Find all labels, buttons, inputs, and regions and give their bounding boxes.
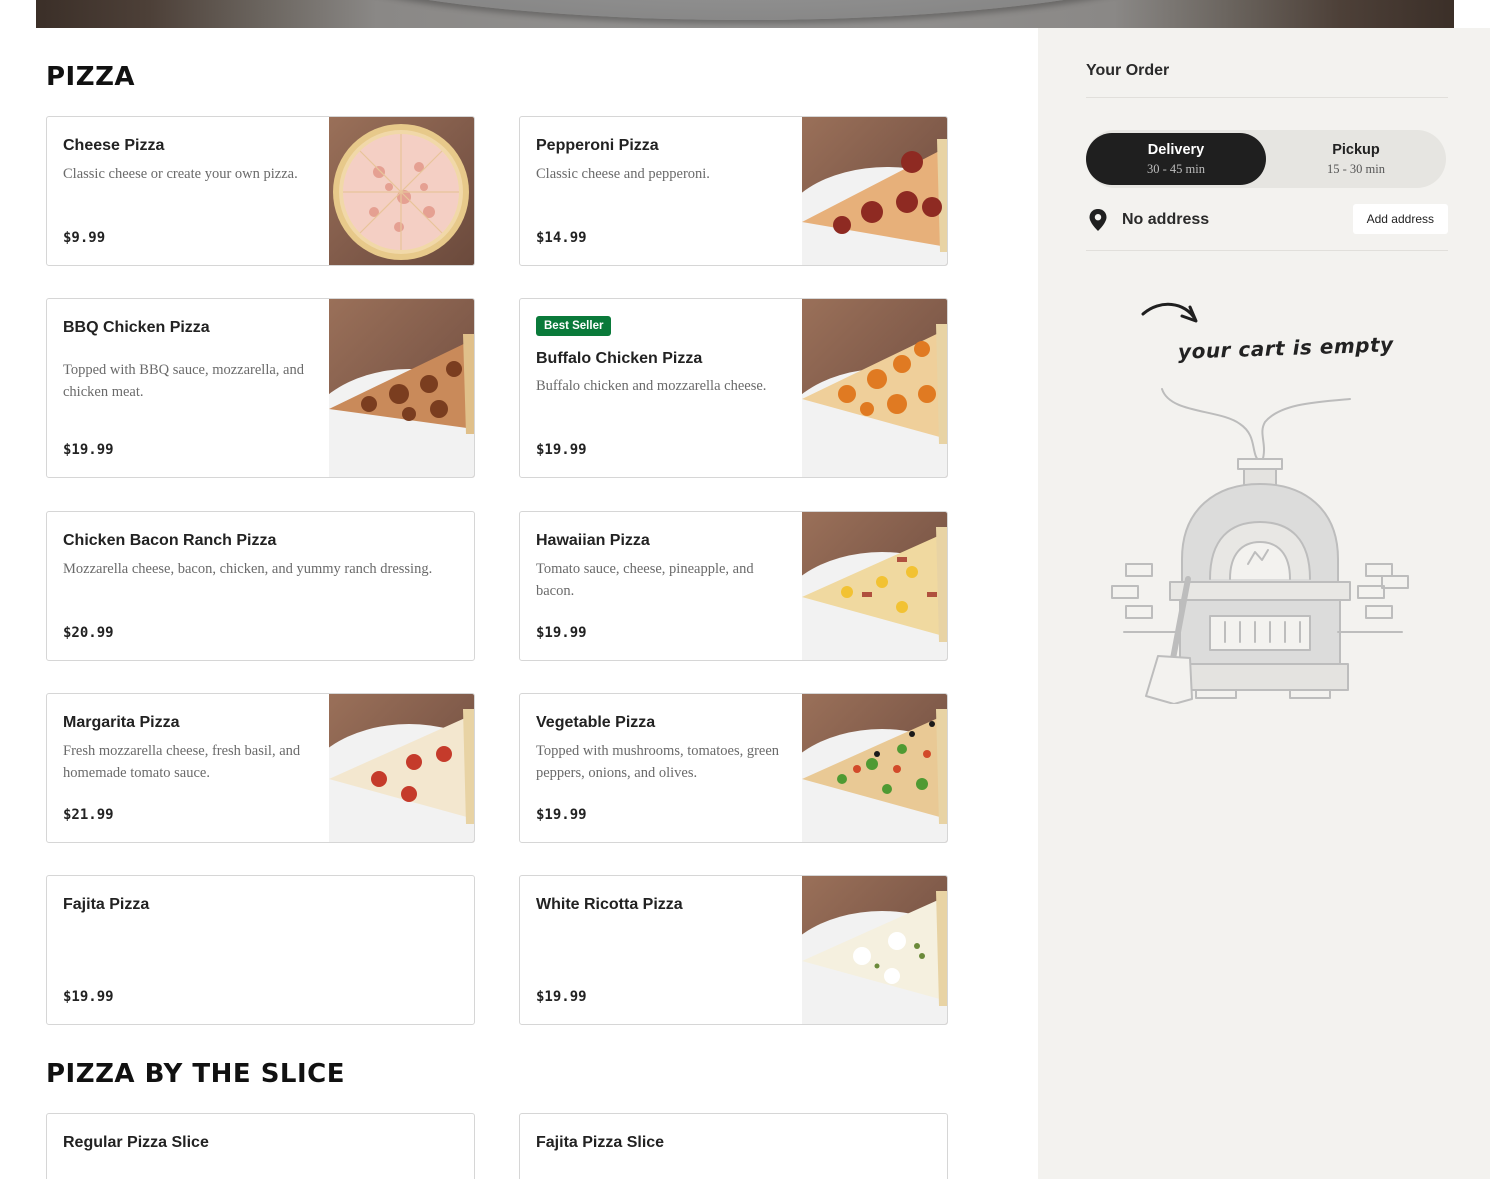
pizza-oven-illustration bbox=[1110, 294, 1430, 709]
fulfillment-toggle: Delivery 30 - 45 min Pickup 15 - 30 min bbox=[1086, 130, 1446, 188]
item-name: Cheese Pizza bbox=[63, 137, 165, 154]
section-title-pizza: PIZZA bbox=[46, 62, 136, 92]
item-name: BBQ Chicken Pizza bbox=[63, 319, 210, 336]
item-name: Hawaiian Pizza bbox=[536, 532, 650, 549]
menu-item-pepperoni-pizza[interactable]: Pepperoni Pizza Classic cheese and peppe… bbox=[519, 116, 948, 266]
item-price: $21.99 bbox=[63, 807, 114, 823]
item-name: Pepperoni Pizza bbox=[536, 137, 659, 154]
delivery-label: Delivery bbox=[1147, 142, 1205, 158]
divider bbox=[1086, 250, 1448, 251]
item-price: $19.99 bbox=[63, 442, 114, 458]
item-name: White Ricotta Pizza bbox=[536, 896, 683, 913]
menu-item-margarita-pizza[interactable]: Margarita Pizza Fresh mozzarella cheese,… bbox=[46, 693, 475, 843]
menu-item-chicken-bacon-ranch-pizza[interactable]: Chicken Bacon Ranch Pizza Mozzarella che… bbox=[46, 511, 475, 661]
address-label: No address bbox=[1122, 211, 1210, 228]
item-price: $14.99 bbox=[536, 230, 587, 246]
margarita-slice-photo bbox=[329, 694, 474, 842]
pickup-time: 15 - 30 min bbox=[1327, 162, 1385, 176]
item-name: Regular Pizza Slice bbox=[63, 1134, 209, 1151]
item-name: Vegetable Pizza bbox=[536, 714, 656, 731]
buffalo-chicken-slice-photo bbox=[802, 299, 947, 477]
item-price: $19.99 bbox=[536, 442, 587, 458]
menu-item-cheese-pizza[interactable]: Cheese Pizza Classic cheese or create yo… bbox=[46, 116, 475, 266]
pickup-label: Pickup bbox=[1332, 142, 1380, 158]
order-title: Your Order bbox=[1086, 62, 1170, 79]
pepperoni-slice-photo bbox=[802, 117, 947, 265]
item-description: Tomato sauce, cheese, pineapple, and bac… bbox=[536, 561, 754, 599]
menu-item-hawaiian-pizza[interactable]: Hawaiian Pizza Tomato sauce, cheese, pin… bbox=[519, 511, 948, 661]
item-name: Buffalo Chicken Pizza bbox=[536, 350, 703, 367]
pickup-option[interactable]: Pickup 15 - 30 min bbox=[1266, 133, 1446, 185]
menu-item-vegetable-pizza[interactable]: Vegetable Pizza Topped with mushrooms, t… bbox=[519, 693, 948, 843]
item-name: Margarita Pizza bbox=[63, 714, 180, 731]
item-price: $19.99 bbox=[536, 625, 587, 641]
delivery-option[interactable]: Delivery 30 - 45 min bbox=[1086, 133, 1266, 185]
menu-item-bbq-chicken-pizza[interactable]: BBQ Chicken Pizza Topped with BBQ sauce,… bbox=[46, 298, 475, 478]
item-price: $19.99 bbox=[536, 807, 587, 823]
hero-banner-image bbox=[36, 0, 1454, 28]
location-pin-icon bbox=[1088, 208, 1108, 237]
item-description: Buffalo chicken and mozzarella cheese. bbox=[536, 378, 767, 394]
item-description: Classic cheese and pepperoni. bbox=[536, 166, 710, 182]
vegetable-slice-photo bbox=[802, 694, 947, 842]
menu-item-fajita-pizza[interactable]: Fajita Pizza $19.99 bbox=[46, 875, 475, 1025]
delivery-time: 30 - 45 min bbox=[1147, 162, 1205, 176]
cheese-pizza-photo bbox=[329, 117, 474, 265]
item-price: $9.99 bbox=[63, 230, 106, 246]
white-ricotta-slice-photo bbox=[802, 876, 947, 1024]
menu-item-regular-pizza-slice[interactable]: Regular Pizza Slice bbox=[46, 1113, 475, 1179]
menu-item-buffalo-chicken-pizza[interactable]: Best Seller Buffalo Chicken Pizza Buffal… bbox=[519, 298, 948, 478]
item-price: $20.99 bbox=[63, 625, 114, 641]
divider bbox=[1086, 97, 1448, 98]
item-name: Fajita Pizza Slice bbox=[536, 1134, 665, 1151]
item-description: Topped with mushrooms, tomatoes, green p… bbox=[536, 743, 780, 781]
item-description: Topped with BBQ sauce, mozzarella, and c… bbox=[63, 362, 304, 400]
item-name: Chicken Bacon Ranch Pizza bbox=[63, 532, 277, 549]
item-name: Fajita Pizza bbox=[63, 896, 150, 913]
item-price: $19.99 bbox=[63, 989, 114, 1005]
address-row: No address Add address bbox=[1086, 204, 1448, 236]
item-description: Classic cheese or create your own pizza. bbox=[63, 166, 298, 182]
order-sidebar: Your Order Delivery 30 - 45 min Pickup 1… bbox=[1038, 28, 1490, 1179]
item-description: Mozzarella cheese, bacon, chicken, and y… bbox=[63, 561, 433, 577]
item-description: Fresh mozzarella cheese, fresh basil, an… bbox=[63, 743, 301, 781]
hawaiian-slice-photo bbox=[802, 512, 947, 660]
menu-item-white-ricotta-pizza[interactable]: White Ricotta Pizza $19.99 bbox=[519, 875, 948, 1025]
section-title-pizza-by-the-slice: PIZZA BY THE SLICE bbox=[46, 1059, 345, 1089]
add-address-button[interactable]: Add address bbox=[1352, 204, 1448, 234]
bbq-chicken-slice-photo bbox=[329, 299, 474, 477]
menu-item-fajita-pizza-slice[interactable]: Fajita Pizza Slice bbox=[519, 1113, 948, 1179]
menu-column: PIZZA Cheese Pizza Classic cheese or cre… bbox=[0, 28, 1038, 1179]
best-seller-badge: Best Seller bbox=[536, 316, 612, 336]
item-price: $19.99 bbox=[536, 989, 587, 1005]
